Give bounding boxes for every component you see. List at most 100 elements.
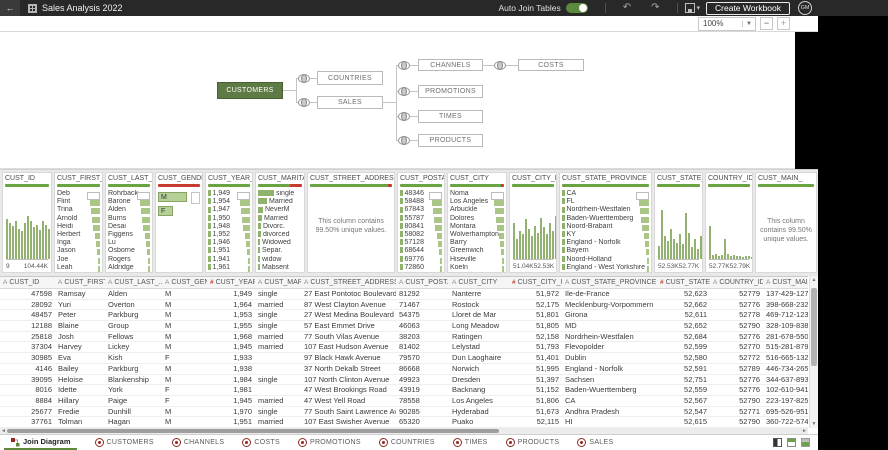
table-cell[interactable]: 49923 (396, 375, 449, 385)
table-row[interactable]: 4146 Bailey Parkburg M 1,938 37 North Dekalb … (0, 364, 808, 375)
diagram-node-countries[interactable]: COUNTRIES (317, 71, 383, 85)
table-cell[interactable]: 52790 (710, 396, 763, 406)
table-cell[interactable]: M (162, 417, 207, 427)
table-cell[interactable]: 1,981 (207, 385, 255, 395)
table-row[interactable]: 28092 Yuri Overton M 1,964 married 87 West Cla… (0, 300, 808, 311)
column-card-cust-last-na[interactable]: CUST_LAST_NA... RohrbackBaroneAldenBurnsD… (105, 172, 153, 273)
table-cell[interactable]: 37761 (0, 417, 55, 427)
table-cell[interactable]: 52,751 (657, 375, 710, 385)
diagram-node-sales[interactable]: SALES (317, 96, 383, 109)
table-cell[interactable]: Ramsay (55, 289, 105, 299)
join-icon[interactable] (298, 74, 310, 83)
table-cell[interactable]: F (162, 385, 207, 395)
table-cell[interactable]: Fredie (55, 407, 105, 417)
table-cell[interactable]: Puako (449, 417, 509, 427)
table-row[interactable]: 48457 Peter Parkburg M 1,953 single 27 West Me… (0, 310, 808, 322)
table-cell[interactable]: 28092 (0, 300, 55, 310)
table-cell[interactable]: 328-109-838 (763, 321, 808, 331)
horizontal-scroll-thumb[interactable] (7, 429, 499, 433)
table-cell[interactable]: Lelystad (449, 342, 509, 352)
scroll-down-icon[interactable]: ▼ (810, 421, 818, 427)
tab-products[interactable]: PRODUCTS (505, 438, 560, 447)
column-header-cust-state[interactable]: #CUST_STATE_... (657, 277, 710, 288)
diagram-node-products[interactable]: PRODUCTS (418, 134, 483, 147)
table-cell[interactable]: Yuri (55, 300, 105, 310)
table-cell[interactable]: 52,615 (657, 417, 710, 427)
table-cell[interactable]: 51,805 (509, 321, 562, 331)
table-cell[interactable]: 54375 (396, 310, 449, 320)
join-icon[interactable] (298, 98, 310, 107)
table-cell[interactable]: 52,580 (657, 353, 710, 363)
table-cell[interactable]: 52,175 (509, 300, 562, 310)
table-cell[interactable]: 52776 (710, 385, 763, 395)
table-cell[interactable]: Nordrhein-Westfalen (562, 332, 657, 342)
table-cell[interactable]: 8884 (0, 396, 55, 406)
table-cell[interactable]: 51,397 (509, 375, 562, 385)
table-cell[interactable]: 47598 (0, 289, 55, 299)
table-cell[interactable]: 90285 (396, 407, 449, 417)
table-cell[interactable]: 47 West Brookings Road (301, 385, 396, 395)
table-cell[interactable]: 107 East Hudson Avenue (301, 342, 396, 352)
table-row[interactable]: 30985 Eva Kish F 1,933 97 Black Hawk Avenue 79… (0, 353, 808, 364)
table-cell[interactable]: single (255, 310, 301, 320)
table-cell[interactable]: 1,938 (207, 364, 255, 374)
diagram-node-times[interactable]: TIMES (418, 110, 483, 123)
table-cell[interactable]: 79570 (396, 353, 449, 363)
table-cell[interactable]: 446-734-265 (763, 364, 808, 374)
column-header-cust-gender[interactable]: ACUST_GENDER (162, 277, 207, 288)
table-cell[interactable]: Eva (55, 353, 105, 363)
table-row[interactable]: 25677 Fredie Dunhill M 1,970 single 77 South S… (0, 407, 808, 418)
table-cell[interactable]: 137-429-127 (763, 289, 808, 299)
table-cell[interactable]: 51,401 (509, 353, 562, 363)
table-cell[interactable]: Parkburg (105, 310, 162, 320)
table-cell[interactable]: F (162, 353, 207, 363)
column-card-cust-year-of[interactable]: CUST_YEAR_OF_...1,9491,9541,9471,9501,94… (205, 172, 253, 273)
undo-button[interactable]: ↶ (617, 0, 637, 17)
column-card-cust-postal[interactable]: CUST_POSTAL_... 4834658488678435578780841… (397, 172, 445, 273)
zoom-out-button[interactable]: − (760, 17, 773, 30)
table-cell[interactable]: married (255, 396, 301, 406)
table-cell[interactable]: Dunhill (105, 407, 162, 417)
table-cell[interactable]: Kish (105, 353, 162, 363)
table-cell[interactable]: 469-712-123 (763, 310, 808, 320)
table-cell[interactable]: 52,599 (657, 342, 710, 352)
table-cell[interactable]: M (162, 342, 207, 352)
table-cell[interactable]: single (255, 407, 301, 417)
create-workbook-button[interactable]: Create Workbook (706, 1, 790, 15)
table-cell[interactable]: Dresden (449, 375, 509, 385)
table-cell[interactable]: Tolman (55, 417, 105, 427)
table-cell[interactable]: married (255, 342, 301, 352)
join-icon[interactable] (398, 61, 410, 70)
table-cell[interactable]: Alden (105, 289, 162, 299)
table-cell[interactable]: Andhra Pradesh (562, 407, 657, 417)
table-row[interactable]: 8884 Hillary Paige F 1,945 married 47 West Yel… (0, 396, 808, 407)
table-cell[interactable]: Ile-de-France (562, 289, 657, 299)
table-cell[interactable]: Hillary (55, 396, 105, 406)
table-cell[interactable]: 81292 (396, 289, 449, 299)
table-cell[interactable]: 51,806 (509, 396, 562, 406)
tab-costs[interactable]: COSTS (242, 438, 280, 447)
zoom-in-button[interactable]: + (777, 17, 790, 30)
table-cell[interactable]: 52,158 (509, 332, 562, 342)
table-cell[interactable]: Bailey (55, 364, 105, 374)
table-cell[interactable]: 51,793 (509, 342, 562, 352)
table-cell[interactable]: M (162, 364, 207, 374)
table-cell[interactable]: 52,115 (509, 417, 562, 427)
table-cell[interactable]: 12188 (0, 321, 55, 331)
table-cell[interactable]: 516-665-132 (763, 353, 808, 363)
table-cell[interactable]: Sachsen (562, 375, 657, 385)
column-card-cust-city-id[interactable]: CUST_CITY_ID 51.04K52.53K (509, 172, 557, 273)
table-cell[interactable]: Peter (55, 310, 105, 320)
join-icon[interactable] (398, 87, 410, 96)
column-card-cust-marital[interactable]: CUST_MARITAL_...singleMarriedNeverMMarri… (255, 172, 305, 273)
auto-join-toggle[interactable] (565, 3, 588, 13)
back-button[interactable]: ← (0, 0, 20, 16)
table-cell[interactable]: 52,547 (657, 407, 710, 417)
diagram-node-costs[interactable]: COSTS (518, 59, 584, 71)
table-cell[interactable]: 97 Black Hawk Avenue (301, 353, 396, 363)
table-cell[interactable]: 51,673 (509, 407, 562, 417)
table-cell[interactable]: 51,995 (509, 364, 562, 374)
table-cell[interactable]: married (255, 332, 301, 342)
table-cell[interactable]: 43919 (396, 385, 449, 395)
table-cell[interactable]: Girona (562, 310, 657, 320)
